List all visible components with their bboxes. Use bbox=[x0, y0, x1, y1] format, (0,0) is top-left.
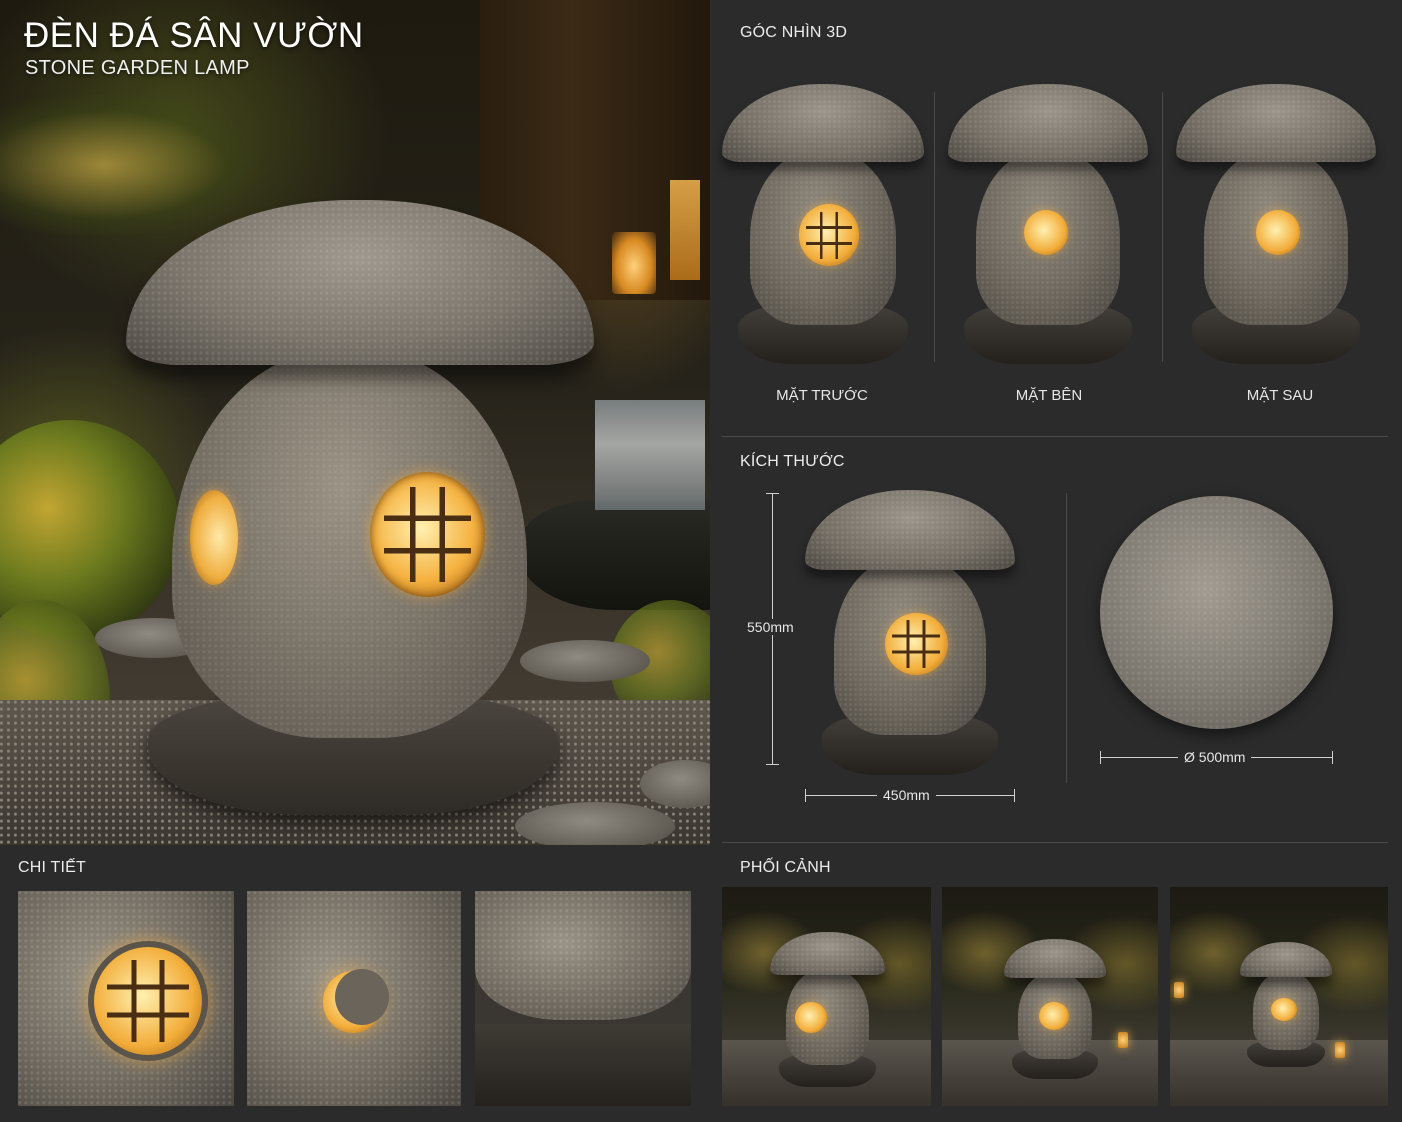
detail-tile-base bbox=[475, 891, 691, 1106]
scene-lantern bbox=[1174, 982, 1184, 998]
height-dimension-tick bbox=[766, 493, 779, 494]
view-label-side: MẶT BÊN bbox=[1015, 387, 1083, 404]
scene-tile-2 bbox=[942, 887, 1158, 1106]
width-dimension-tick bbox=[805, 789, 806, 802]
window-grid bbox=[383, 487, 472, 582]
scene-tile-3 bbox=[1170, 887, 1388, 1106]
house-window-glow bbox=[670, 180, 700, 280]
mini-cap bbox=[1176, 84, 1376, 163]
view-divider bbox=[934, 92, 935, 362]
window-grid bbox=[106, 959, 190, 1043]
scene-lamp bbox=[1004, 939, 1106, 1079]
mini-cap bbox=[770, 932, 885, 976]
scene-lamp bbox=[770, 932, 885, 1087]
pine-branch bbox=[0, 95, 260, 235]
detail-base-stone bbox=[475, 1024, 691, 1106]
scene-lamp bbox=[1240, 942, 1332, 1067]
detail-window-glow bbox=[88, 941, 208, 1061]
section-label-scenes: PHỐI CẢNH bbox=[740, 859, 831, 876]
stepping-stone bbox=[515, 802, 675, 845]
mini-window bbox=[1256, 210, 1300, 255]
diameter-dimension-tick bbox=[1100, 751, 1101, 764]
diameter-dimension-tick bbox=[1332, 751, 1333, 764]
section-label-3d: GÓC NHÌN 3D bbox=[740, 24, 848, 41]
view-label-back: MẶT SAU bbox=[1246, 387, 1314, 404]
mini-window bbox=[1271, 998, 1298, 1021]
waterfall bbox=[595, 400, 705, 510]
window-grid bbox=[892, 620, 941, 668]
mini-window bbox=[798, 204, 860, 266]
width-dimension-tick bbox=[1014, 789, 1015, 802]
pond bbox=[520, 500, 710, 610]
lamp-front-window bbox=[370, 472, 485, 597]
mini-window bbox=[1024, 210, 1068, 255]
view-side bbox=[948, 84, 1148, 364]
mini-cap bbox=[1240, 942, 1332, 977]
page-title: ĐÈN ĐÁ SÂN VƯỜN bbox=[24, 16, 364, 55]
stone-texture bbox=[475, 891, 691, 1020]
mini-window bbox=[1038, 1002, 1070, 1030]
crescent-shadow bbox=[335, 969, 389, 1025]
view-front bbox=[722, 84, 924, 364]
section-divider bbox=[722, 436, 1388, 437]
page-subtitle: STONE GARDEN LAMP bbox=[25, 57, 250, 79]
dimension-lamp bbox=[805, 490, 1015, 775]
mini-window bbox=[795, 1001, 828, 1033]
scene-tile-1 bbox=[722, 887, 931, 1106]
view-back bbox=[1176, 84, 1376, 364]
detail-tile-window bbox=[18, 891, 234, 1106]
height-label: 550mm bbox=[741, 619, 800, 635]
lamp-side-window bbox=[190, 490, 238, 585]
hero-image: ĐÈN ĐÁ SÂN VƯỜN STONE GARDEN LAMP bbox=[0, 0, 710, 845]
dimension-divider bbox=[1066, 493, 1067, 783]
detail-tile-side bbox=[247, 891, 461, 1106]
window-grid bbox=[806, 211, 853, 259]
top-view-disc bbox=[1100, 496, 1333, 729]
view-label-front: MẶT TRƯỚC bbox=[776, 387, 868, 404]
width-label: 450mm bbox=[877, 787, 936, 803]
view-divider bbox=[1162, 92, 1163, 362]
mini-cap bbox=[948, 84, 1148, 163]
stepping-stone bbox=[520, 640, 650, 682]
section-divider bbox=[722, 842, 1388, 843]
scene-lantern bbox=[1118, 1032, 1128, 1048]
section-label-dimensions: KÍCH THƯỚC bbox=[740, 453, 845, 470]
mini-window bbox=[884, 612, 948, 676]
background-lantern bbox=[612, 232, 656, 294]
mini-cap bbox=[805, 490, 1015, 570]
height-dimension-tick bbox=[766, 764, 779, 765]
section-label-details: CHI TIẾT bbox=[18, 859, 86, 876]
mini-cap bbox=[722, 84, 924, 163]
mini-cap bbox=[1004, 939, 1106, 979]
scene-lantern bbox=[1335, 1042, 1345, 1058]
diameter-label: Ø 500mm bbox=[1178, 749, 1252, 765]
